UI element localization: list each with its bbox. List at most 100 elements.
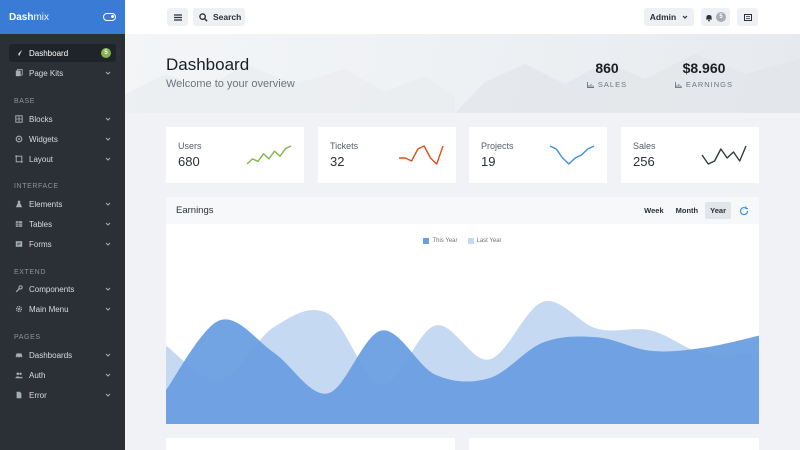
theme-toggle-icon[interactable] <box>103 13 116 21</box>
pages-icon <box>14 69 23 78</box>
chart-legend: This Year Last Year <box>166 238 759 244</box>
nav-heading-interface: Interface <box>14 183 59 190</box>
hero-stat-earnings: $8.960 EARNINGS <box>675 60 733 89</box>
chevron-down-icon <box>105 393 111 397</box>
sidebar-item-label: Dashboards <box>29 350 73 360</box>
sidebar-item-main-menu[interactable]: Main Menu <box>9 300 116 318</box>
sparkline-path <box>701 145 747 165</box>
sidebar: Dash mix Dashboard 5 Page Kits Base Block… <box>0 0 125 450</box>
bottom-block-left <box>166 438 455 450</box>
refresh-icon[interactable] <box>739 206 749 216</box>
sidebar-item-tables[interactable]: Tables <box>9 215 116 233</box>
chevron-down-icon <box>682 15 688 19</box>
chevron-down-icon <box>105 71 111 75</box>
sidebar-item-elements[interactable]: Elements <box>9 195 116 213</box>
bar-chart-icon <box>675 81 682 88</box>
sparkline-chart <box>399 145 444 165</box>
sidebar-item-dashboards[interactable]: Dashboards <box>9 346 116 364</box>
sparkline-path <box>399 145 444 165</box>
sidebar-item-layout[interactable]: Layout <box>9 150 116 168</box>
brand-logo-bold[interactable]: Dash <box>9 12 33 23</box>
table-icon <box>14 220 23 229</box>
forms-icon <box>14 240 23 249</box>
page-subtitle: Welcome to your overview <box>166 78 295 90</box>
sidebar-item-label: Tables <box>29 219 53 229</box>
stat-card-users[interactable]: Users 680 <box>166 127 304 183</box>
brand-logo-light[interactable]: mix <box>33 12 49 23</box>
chevron-down-icon <box>105 137 111 141</box>
topbar: Search Admin 5 <box>125 0 800 34</box>
bottom-block-right <box>469 438 759 450</box>
sidebar-item-blocks[interactable]: Blocks <box>9 110 116 128</box>
card-value: 32 <box>330 154 345 169</box>
sidebar-item-label: Dashboard <box>29 48 69 58</box>
tab-month[interactable]: Month <box>671 202 704 219</box>
hero-stat-sales: 860 SALES <box>581 60 633 89</box>
legend-swatch <box>467 238 474 244</box>
earnings-block: Earnings Week Month Year This Year Last … <box>166 197 759 424</box>
tab-week[interactable]: Week <box>639 202 668 219</box>
stat-label: SALES <box>581 80 633 89</box>
blocks-icon <box>14 115 23 124</box>
user-name: Admin <box>649 12 677 22</box>
stat-card-tickets[interactable]: Tickets 32 <box>318 127 456 183</box>
sparkline-path <box>246 145 292 165</box>
nav-heading-extend: Extend <box>14 269 46 276</box>
search-label: Search <box>213 12 242 22</box>
sparkline-chart <box>246 145 292 165</box>
stat-card-projects[interactable]: Projects 19 <box>469 127 607 183</box>
brand-header: Dash mix <box>0 0 125 34</box>
sidebar-item-widgets[interactable]: Widgets <box>9 130 116 148</box>
legend-item-last-year[interactable]: Last Year <box>467 238 502 244</box>
chevron-down-icon <box>105 202 111 206</box>
gear-icon <box>14 305 23 314</box>
chevron-down-icon <box>105 353 111 357</box>
chevron-down-icon <box>105 157 111 161</box>
stat-card-sales[interactable]: Sales 256 <box>621 127 759 183</box>
card-value: 256 <box>633 154 655 169</box>
chevron-down-icon <box>105 307 111 311</box>
notifications-button[interactable]: 5 <box>701 8 730 26</box>
sidebar-item-forms[interactable]: Forms <box>9 235 116 253</box>
sidebar-item-label: Widgets <box>29 134 58 144</box>
stat-label: EARNINGS <box>675 80 733 89</box>
sidebar-item-label: Page Kits <box>29 68 64 78</box>
rocket-icon <box>14 49 23 58</box>
hamburger-icon <box>173 13 182 21</box>
sidebar-item-dashboard[interactable]: Dashboard 5 <box>9 44 116 62</box>
side-overlay-button[interactable] <box>737 8 758 26</box>
sidebar-item-page-kits[interactable]: Page Kits <box>9 64 116 82</box>
sidebar-item-label: Components <box>29 284 75 294</box>
sidebar-item-error[interactable]: Error <box>9 386 116 404</box>
stat-value: $8.960 <box>682 60 726 76</box>
layout-icon <box>14 155 23 164</box>
earnings-area-chart <box>166 300 759 424</box>
tab-year[interactable]: Year <box>705 202 731 219</box>
page-hero: Dashboard Welcome to your overview 860 S… <box>125 34 800 113</box>
document-icon <box>14 391 23 400</box>
card-title: Tickets <box>330 141 359 151</box>
chevron-down-icon <box>105 373 111 377</box>
legend-swatch <box>423 238 430 244</box>
card-title: Users <box>178 141 202 151</box>
sidebar-item-auth[interactable]: Auth <box>9 366 116 384</box>
chevron-down-icon <box>105 242 111 246</box>
page-title: Dashboard <box>166 55 250 74</box>
menu-toggle-button[interactable] <box>167 8 188 26</box>
search-button[interactable]: Search <box>193 8 245 26</box>
sidebar-item-components[interactable]: Components <box>9 280 116 298</box>
sparkline-path <box>549 145 595 165</box>
stat-value: 860 <box>595 60 619 76</box>
bell-icon <box>706 14 712 21</box>
sidebar-item-label: Error <box>29 390 47 400</box>
user-menu-button[interactable]: Admin <box>644 8 694 26</box>
period-tabs: Week Month Year <box>639 202 749 219</box>
sidebar-item-label: Elements <box>29 199 63 209</box>
notification-badge: 5 <box>101 48 111 58</box>
earnings-title: Earnings <box>176 205 214 216</box>
card-value: 680 <box>178 154 200 169</box>
sidebar-item-label: Auth <box>29 370 46 380</box>
notifications-count: 5 <box>716 12 726 22</box>
legend-item-this-year[interactable]: This Year <box>423 238 458 244</box>
car-icon <box>14 351 23 360</box>
